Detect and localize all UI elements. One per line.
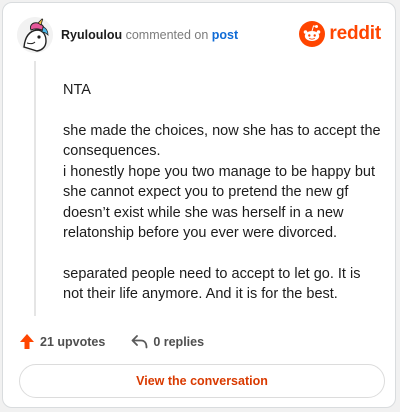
upvote-button[interactable]: 21 upvotes — [19, 333, 105, 350]
avatar[interactable] — [17, 17, 53, 53]
reddit-wordmark: reddit — [329, 23, 381, 44]
post-link[interactable]: post — [212, 28, 238, 42]
comment-line: consequences. — [63, 143, 161, 159]
commented-on-text: commented on — [125, 28, 209, 42]
comment-header: Ryuloulou commented on post — [61, 28, 238, 42]
comment-line: she cannot expect you to pretend the new… — [63, 184, 349, 200]
comment-paragraph: NTA — [63, 80, 383, 101]
comment-line: relatonship before you ever were divorce… — [63, 225, 338, 241]
reply-icon — [131, 334, 148, 348]
comment-paragraph: she made the choices, now she has to acc… — [63, 121, 383, 244]
comment-line: i honestly hope you two manage to be hap… — [63, 163, 375, 180]
comment-line: NTA — [63, 82, 91, 98]
upvote-arrow-icon — [20, 334, 34, 349]
username[interactable]: Ryuloulou — [61, 28, 122, 42]
comment-body: NTA she made the choices, now she has to… — [63, 80, 383, 325]
view-conversation-button[interactable]: View the conversation — [19, 364, 385, 398]
reddit-logo-icon — [299, 21, 326, 47]
comment-line: separated people need to accept to let g… — [63, 265, 361, 282]
comment-line: not their life anymore. And it is for th… — [63, 286, 338, 302]
comment-paragraph: separated people need to accept to let g… — [63, 264, 383, 305]
replies-button[interactable]: 0 replies — [131, 335, 204, 349]
reply-count: 0 replies — [153, 334, 205, 349]
comment-line: she made the choices, now she has to acc… — [63, 122, 381, 139]
unicorn-avatar-icon — [17, 17, 53, 53]
comment-line: doesn’t exist while she was herself in a… — [63, 204, 344, 221]
reddit-logo[interactable]: reddit — [299, 21, 381, 47]
upvote-count: 21 upvotes — [40, 334, 106, 349]
thread-line — [34, 61, 36, 316]
comment-card: Ryuloulou commented on post reddit NTA s… — [2, 2, 396, 408]
comment-actions: 21 upvotes 0 replies — [19, 333, 204, 350]
